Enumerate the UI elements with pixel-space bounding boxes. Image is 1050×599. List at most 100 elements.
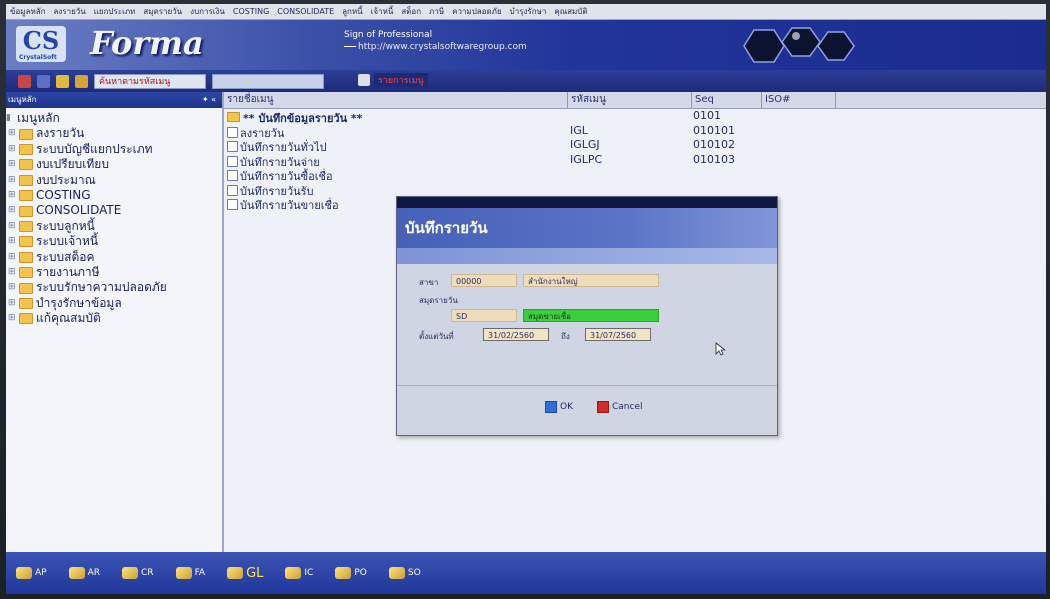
menu-item[interactable]: แยกประเภท [94, 5, 136, 18]
app-banner: CS CrystalSoft Forma Sign of Professiona… [6, 20, 1046, 70]
tree-item[interactable]: ⊞ ลงรายวัน [6, 126, 222, 141]
row-seq: 010101 [693, 123, 735, 137]
window-icon[interactable] [37, 74, 50, 88]
tree-item[interactable]: ⊞ ระบบบัญชีแยกประเภท [6, 142, 222, 157]
module-icon [68, 567, 85, 579]
dialog-footer: OK Cancel [397, 385, 777, 434]
journal-code-field[interactable]: SD [451, 309, 517, 322]
column-header-iso[interactable]: ISO# [762, 92, 836, 108]
main-menu-panel: เมนูหลัก ✦ « ▮ เมนูหลัก ⊞ ลงรายวัน ⊞ ระบบบ… [6, 92, 224, 552]
branch-code-field[interactable]: 00000 [451, 274, 517, 287]
tree-label: เมนูหลัก [17, 111, 60, 125]
menu-item[interactable]: ความปลอดภัย [452, 5, 502, 18]
tree-item[interactable]: ⊞ COSTING [6, 188, 222, 203]
dialog-strip [397, 248, 777, 264]
row-name: บันทึกรายวันรับ [240, 184, 314, 197]
column-header-code[interactable]: รหัสเมนู [568, 92, 692, 108]
module-fa-button[interactable]: FA [175, 567, 205, 579]
menu-code-input[interactable] [212, 73, 324, 89]
to-date-field[interactable]: 31/07/2560 [585, 328, 651, 341]
menu-item[interactable]: สต็อก [401, 5, 421, 18]
table-row[interactable]: ลงรายวัน IGL 010101 [224, 123, 1046, 138]
column-header-seq[interactable]: Seq [692, 92, 762, 108]
expand-icon: ⊞ [8, 190, 16, 201]
tree-item[interactable]: ⊞ แก้คุณสมบัติ [6, 311, 222, 326]
folder-icon [19, 190, 33, 202]
tree-item[interactable]: ⊞ บำรุงรักษาข้อมูล [6, 296, 222, 311]
menu-item[interactable]: ลูกหนี้ [342, 5, 363, 18]
expand-icon: ⊞ [8, 236, 16, 247]
menu-item[interactable]: COSTING [233, 7, 269, 16]
menu-item[interactable]: เจ้าหนี้ [371, 5, 394, 18]
exit-icon[interactable] [18, 74, 31, 88]
menu-bar: ข้อมูลหลัก ลงรายวัน แยกประเภท สมุดรายวัน… [6, 4, 1046, 20]
tree-item[interactable]: ⊞ ระบบรักษาความปลอดภัย [6, 280, 222, 295]
module-so-button[interactable]: SO [388, 567, 421, 579]
tree-item[interactable]: ⊞ ระบบเจ้าหนี้ [6, 234, 222, 249]
row-seq: 010103 [693, 152, 735, 166]
expand-icon: ⊞ [8, 205, 16, 216]
module-icon [227, 567, 244, 579]
row-name: บันทึกรายวันทั่วไป [240, 141, 327, 153]
tree-item[interactable]: ⊞ รายงานภาษี [6, 265, 222, 280]
menu-item[interactable]: บำรุงรักษา [510, 5, 547, 18]
tree-item[interactable]: ⊞ ระบบสต็อค [6, 250, 222, 265]
table-row[interactable]: บันทึกรายวันรับ [224, 182, 1046, 197]
expand-icon: ⊞ [8, 313, 16, 324]
menu-item[interactable]: คุณสมบัติ [554, 5, 587, 18]
ok-button[interactable]: OK [545, 401, 573, 413]
row-code [567, 167, 690, 182]
module-ar-button[interactable]: AR [68, 567, 100, 579]
menu-item[interactable]: ลงรายวัน [53, 5, 85, 18]
branch-label: สาขา [419, 278, 439, 287]
module-icon [122, 567, 139, 579]
tree-label: ระบบเจ้าหนี้ [36, 234, 99, 249]
module-cr-button[interactable]: CR [122, 567, 154, 579]
menu-item[interactable]: ข้อมูลหลัก [10, 5, 45, 18]
module-label: GL [246, 565, 264, 581]
menu-item[interactable]: CONSOLIDATE [277, 7, 334, 16]
document-icon [227, 155, 238, 167]
module-bar: AP AR CR FA GL IC PO SO [6, 552, 1046, 594]
folder-icon [19, 221, 33, 233]
menu-item[interactable]: สมุดรายวัน [143, 5, 182, 18]
module-po-button[interactable]: PO [335, 567, 367, 579]
from-date-field[interactable]: 31/02/2560 [483, 328, 549, 341]
menu-item[interactable]: ภาษี [429, 5, 444, 18]
table-row[interactable]: บันทึกรายวันจ่าย IGLPC 010103 [224, 152, 1046, 167]
row-code: IGLPC [570, 152, 603, 166]
tree-item[interactable]: ⊞ งบประมาณ [6, 173, 222, 188]
search-menu-field[interactable]: ค้นหาตามรหัสเมนู [94, 73, 206, 89]
tree-label: งบเปรียบเทียบ [36, 157, 109, 172]
tree-label: งบประมาณ [36, 172, 96, 187]
dialog-titlebar[interactable] [397, 197, 777, 208]
row-code: IGLGJ [570, 138, 600, 151]
tree-label: ระบบบัญชีแยกประเภท [36, 141, 153, 156]
pin-collapse-icon[interactable]: ✦ « [202, 92, 216, 108]
module-icon [16, 567, 32, 579]
tree-root[interactable]: ▮ เมนูหลัก [6, 111, 222, 126]
column-header-name[interactable]: รายชื่อเมนู [224, 92, 568, 108]
tree-item[interactable]: ⊞ งบเปรียบเทียบ [6, 157, 222, 172]
module-ic-button[interactable]: IC [285, 567, 313, 579]
document-icon [227, 141, 238, 152]
tree-item[interactable]: ⊞ CONSOLIDATE [6, 203, 222, 218]
document-icon [227, 184, 238, 196]
module-ap-button[interactable]: AP [16, 567, 47, 579]
menu-item[interactable]: งบการเงิน [190, 5, 225, 18]
tree-label: บำรุงรักษาข้อมูล [36, 295, 122, 310]
home-icon[interactable] [56, 74, 69, 88]
folder-icon [19, 159, 33, 171]
tree-item[interactable]: ⊞ ระบบลูกหนี้ [6, 219, 222, 234]
table-row[interactable]: บันทึกรายวันทั่วไป IGLGJ 010102 [224, 138, 1046, 153]
table-row[interactable]: ** บันทึกข้อมูลรายวัน ** 0101 [224, 109, 1046, 124]
module-gl-button[interactable]: GL [227, 566, 263, 581]
table-row[interactable]: บันทึกรายวันซื้อเชื่อ [224, 167, 1046, 182]
toolbar-right: รายการเมนู [358, 73, 428, 87]
user-icon[interactable] [75, 74, 88, 88]
calculator-icon[interactable] [358, 74, 370, 86]
expand-icon: ⊞ [8, 282, 16, 293]
folder-icon [19, 144, 33, 156]
cancel-button[interactable]: Cancel [597, 401, 643, 413]
branch-name-field: สำนักงานใหญ่ [523, 274, 659, 287]
